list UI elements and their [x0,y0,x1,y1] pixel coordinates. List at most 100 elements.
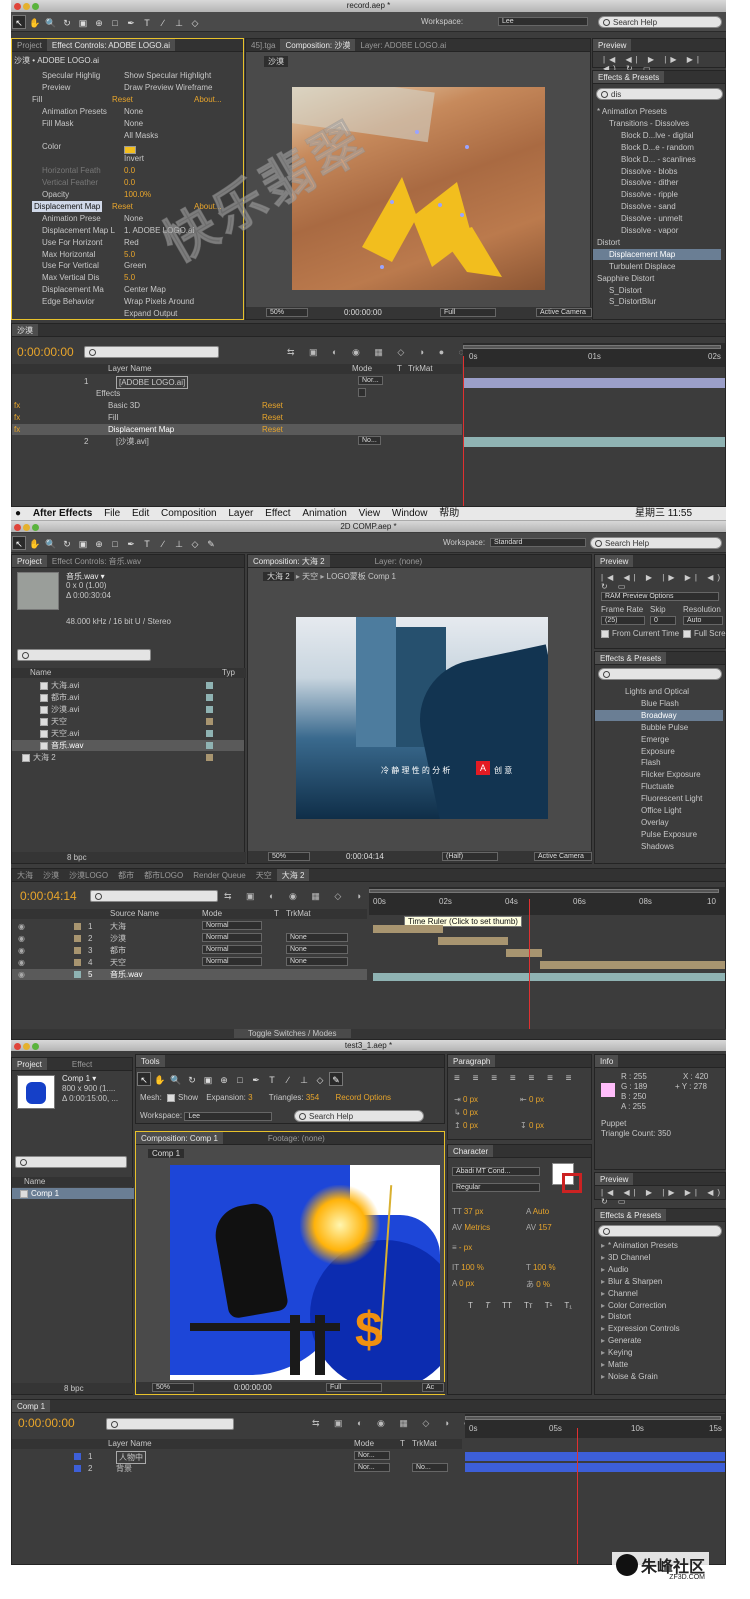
record-options-link[interactable]: Record Options [335,1093,391,1102]
effects-list-item[interactable]: Broadway [595,709,723,721]
effect-row[interactable]: Horizontal Feath 0.0 [12,165,242,176]
text-tool-icon[interactable]: T [265,1073,279,1087]
eye-icon[interactable]: ◉ [18,945,25,956]
project-file-comp1[interactable]: Comp 1 [12,1188,134,1199]
effect-row-value[interactable]: Reset [112,201,133,212]
effects-list-item[interactable]: Block D... - scanlines [593,154,721,165]
effect-row[interactable]: Displacement Map Reset About... [12,200,242,212]
full-screen-checkbox[interactable]: Full Screen [683,629,726,638]
effects-list-item[interactable]: Shadows [595,841,723,852]
eye-icon[interactable]: ◉ [18,921,25,932]
layer-mode[interactable]: Reset [262,412,283,423]
timeline-layer-row[interactable]: ◉ 4 天空 Normal None [12,957,367,968]
tab-layer[interactable]: Layer: (none) [370,555,428,567]
layer-mode[interactable]: Reset [262,424,283,435]
effect-row-value[interactable]: 1. ADOBE LOGO.ai [124,225,194,236]
workspace-select[interactable]: Lee [184,1112,273,1121]
timeline-layer-row[interactable]: ◉ 2 沙漠 Normal None [12,933,367,944]
smallcaps-button[interactable]: Tт [524,1301,533,1310]
font-family-select[interactable]: Abadi MT Cond... [452,1167,540,1176]
effects-list-item[interactable]: Sapphire Distort [593,273,721,284]
effect-about-link[interactable]: About... [194,201,222,212]
search-help-input[interactable]: Search Help [590,537,722,549]
layer-trkmat[interactable]: None [286,945,348,954]
menu-effect[interactable]: Effect [265,507,290,521]
layer-name[interactable]: Fill [108,412,118,423]
font-size[interactable]: TT 37 px [452,1207,483,1216]
vertical-scale[interactable]: IT 100 % [452,1263,484,1272]
effects-list-item[interactable]: ▸ Keying [595,1347,723,1358]
layer-name[interactable]: Displacement Map [108,424,174,435]
effects-list-item[interactable]: ▸ Blur & Sharpen [595,1276,723,1287]
layer-mode[interactable]: Normal [202,921,262,930]
effect-row-value[interactable]: Invert [124,153,144,164]
effect-row[interactable]: Vertical Feather 0.0 [12,177,242,188]
timeline-timecode[interactable]: 0:00:00:00 [18,1416,75,1430]
zoom-select[interactable]: 50% [268,852,310,861]
rotate-tool-icon[interactable]: ↻ [185,1073,199,1087]
layer-name[interactable]: 大海 [110,921,126,932]
align-icons[interactable]: ≡ ≡ ≡ ≡ ≡ ≡ ≡ [454,1073,577,1084]
tab-effect-controls[interactable]: Effect Controls: 音乐.wav [47,555,146,567]
effect-row-value[interactable]: Wrap Pixels Around [124,296,194,307]
italic-button[interactable]: T [485,1301,490,1310]
layer-mode[interactable]: Reset [262,400,283,411]
timeline-layer-row[interactable]: 2 背景 Nor... No... [12,1463,462,1474]
effect-row-value[interactable]: 100.0% [124,189,151,200]
timeline-layer-row[interactable]: fx Basic 3D Reset [12,400,462,411]
tab-effects-presets[interactable]: Effects & Presets [595,1209,667,1221]
effects-list-item[interactable]: Exposure [595,746,723,757]
stamp-tool-icon[interactable]: ⊥ [172,16,186,30]
timeline-search-input[interactable] [90,890,218,902]
menu-edit[interactable]: Edit [132,507,149,521]
search-help-input[interactable]: Search Help [598,16,722,28]
layer-mode[interactable]: Nor... [354,1463,390,1472]
mask-tool-icon[interactable]: □ [108,16,122,30]
effects-list-item[interactable]: ▸ Color Correction [595,1300,723,1311]
tab-timeline[interactable]: Comp 1 [12,1400,51,1412]
eraser-tool-icon[interactable]: ◇ [188,537,202,551]
tab-effect[interactable]: Effect [67,1058,97,1070]
project-search-input[interactable] [15,1156,127,1168]
effects-list-item[interactable]: ▸ * Animation Presets [595,1240,723,1251]
effect-row[interactable]: Displacement Ma Center Map [12,284,242,295]
tab-project[interactable]: Project [12,1058,47,1070]
layer-mode[interactable]: No... [358,436,381,445]
tab-info[interactable]: Info [595,1055,619,1067]
timeline-tab[interactable]: Render Queue [188,869,250,881]
timeline-layer-row[interactable]: fx Fill Reset [12,412,462,423]
effect-row[interactable]: Specular Highlig Show Specular Highlight [12,70,242,81]
eraser-tool-icon[interactable]: ◇ [188,16,202,30]
stroke-color-swatch[interactable] [562,1173,582,1193]
effects-search-input[interactable]: dis [596,88,723,100]
effects-list-item[interactable]: ▸ Distort [595,1311,723,1322]
menu-composition[interactable]: Composition [161,507,217,521]
playhead[interactable] [577,1428,578,1564]
effect-row[interactable]: Fill Mask None [12,118,242,129]
project-file-row[interactable]: 大海 2 [12,752,244,763]
effects-list-item[interactable]: Distort [593,237,721,248]
eye-icon[interactable]: ◉ [18,933,25,944]
ram-preview-select[interactable]: RAM Preview Options [601,592,719,601]
effects-list-item[interactable]: S_DistortBlur [593,296,721,307]
project-file-row[interactable]: 天空 [12,716,244,727]
effect-row[interactable]: Edge Behavior Wrap Pixels Around [12,296,242,307]
effects-search-input[interactable] [598,1225,722,1237]
timeline-tab[interactable]: 都市 [113,869,139,881]
effects-list-item[interactable]: S_Distort [593,285,721,296]
breadcrumb-2[interactable]: 天空 [302,572,318,581]
zoom-select[interactable]: 50% [152,1383,194,1392]
timeline-layer-row[interactable]: 1 [ADOBE LOGO.ai] Nor... [12,376,462,389]
project-search-input[interactable] [17,649,151,661]
tab-project[interactable]: Project [12,555,47,567]
timeline-layer-row[interactable]: 1 人物中 Nor... [12,1451,462,1464]
pen-tool-icon[interactable]: ✒ [249,1073,263,1087]
from-current-checkbox[interactable]: From Current Time [601,629,679,638]
effects-list-item[interactable]: Block D...lve - digital [593,130,721,141]
effects-list-item[interactable]: Blue Flash [595,698,723,709]
effects-list-item[interactable]: ▸ Audio [595,1264,723,1275]
horizontal-scale-value[interactable]: 100 % [533,1263,556,1272]
layer-mode[interactable]: Normal [202,945,262,954]
mesh-show-checkbox[interactable] [167,1093,176,1102]
timeline-layer-row[interactable]: ◉ 1 大海 Normal [12,921,367,932]
